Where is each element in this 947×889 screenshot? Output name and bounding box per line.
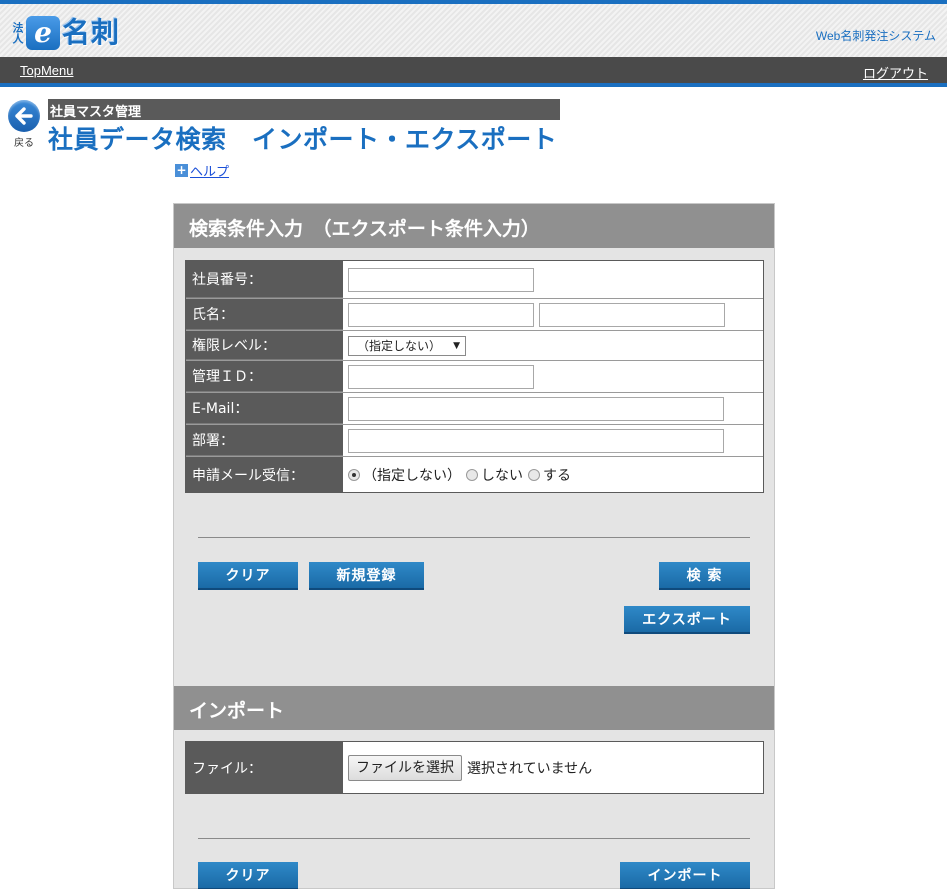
import-clear-button[interactable]: クリア [198, 862, 298, 889]
back-button[interactable]: 戻る [7, 100, 41, 149]
import-form-table: ファイル： ファイルを選択 選択されていません [185, 741, 764, 794]
employee-no-input[interactable] [348, 267, 534, 292]
logo-e-icon: e [26, 16, 60, 50]
search-section-title: 検索条件入力 （エクスポート条件入力） [174, 204, 774, 248]
file-label: ファイル： [186, 742, 343, 793]
logout-link[interactable]: ログアウト [863, 63, 928, 82]
clear-button[interactable]: クリア [198, 562, 298, 590]
row-mail-receive: 申請メール受信： （指定しない） しない する [186, 457, 763, 492]
radio-checked-icon[interactable] [348, 468, 360, 481]
email-label: E-Mail： [186, 393, 343, 424]
new-register-button[interactable]: 新規登録 [309, 562, 424, 590]
mail-receive-radio-group: （指定しない） しない する [348, 465, 576, 485]
mail-receive-option-yes[interactable]: する [528, 465, 571, 485]
admin-id-input[interactable] [348, 364, 534, 389]
row-permission: 権限レベル： （指定しない） ▼ [186, 331, 763, 361]
search-form-table: 社員番号： 氏名： 権限レベル： （指定しない） ▼ 管理ＩＤ： E-Mail：… [185, 260, 764, 493]
last-name-input[interactable] [348, 302, 534, 327]
main-panel: 検索条件入力 （エクスポート条件入力） 社員番号： 氏名： 権限レベル： （指定… [173, 203, 775, 889]
row-employee-no: 社員番号： [186, 261, 763, 299]
permission-select[interactable]: （指定しない） ▼ [348, 335, 466, 356]
logo-hojin-text: 法人 [11, 22, 24, 44]
email-input[interactable] [348, 396, 724, 421]
back-arrow-icon [8, 100, 40, 132]
mail-receive-option-label: しない [481, 467, 523, 484]
chevron-down-icon: ▼ [453, 340, 460, 351]
logo-meishi-text: 名刺 [62, 16, 121, 49]
back-label: 戻る [14, 138, 34, 149]
page-title: 社員データ検索 インポート・エクスポート [48, 125, 558, 154]
import-section-title: インポート [174, 686, 774, 730]
department-label: 部署： [186, 425, 343, 456]
row-file: ファイル： ファイルを選択 選択されていません [186, 742, 763, 793]
radio-icon[interactable] [528, 468, 540, 481]
mail-receive-label: 申請メール受信： [186, 457, 343, 492]
admin-id-label: 管理ＩＤ： [186, 361, 343, 392]
row-department: 部署： [186, 425, 763, 457]
file-choose-button[interactable]: ファイルを選択 [348, 754, 462, 781]
file-status: 選択されていません [467, 760, 593, 777]
name-label: 氏名： [186, 299, 343, 330]
system-name: Web名刺発注システム [815, 29, 936, 43]
help-link[interactable]: + ヘルプ [175, 161, 229, 180]
header: 法人 e 名刺 Web名刺発注システム [0, 0, 947, 57]
row-admin-id: 管理ＩＤ： [186, 361, 763, 393]
logo[interactable]: 法人 e 名刺 [11, 16, 121, 50]
department-input[interactable] [348, 428, 724, 453]
search-button[interactable]: 検 索 [659, 562, 750, 590]
export-button[interactable]: エクスポート [624, 606, 750, 634]
mail-receive-option-no[interactable]: しない [466, 465, 523, 485]
permission-selected-value: （指定しない） [357, 339, 442, 353]
permission-label: 権限レベル： [186, 331, 343, 360]
row-email: E-Mail： [186, 393, 763, 425]
help-label: ヘルプ [190, 165, 230, 180]
employee-no-label: 社員番号： [186, 261, 343, 298]
row-name: 氏名： [186, 299, 763, 331]
breadcrumb: 社員マスタ管理 [48, 99, 560, 120]
divider [198, 838, 750, 839]
mail-receive-option-unspecified[interactable]: （指定しない） [348, 465, 461, 485]
import-button[interactable]: インポート [620, 862, 750, 889]
divider [198, 537, 750, 538]
top-menu-link[interactable]: TopMenu [20, 63, 73, 78]
radio-icon[interactable] [466, 468, 478, 481]
first-name-input[interactable] [539, 302, 725, 327]
mail-receive-option-label: （指定しない） [363, 467, 461, 484]
plus-icon: + [175, 163, 188, 177]
nav-bar: TopMenu ログアウト [0, 57, 947, 87]
mail-receive-option-label: する [543, 467, 571, 484]
